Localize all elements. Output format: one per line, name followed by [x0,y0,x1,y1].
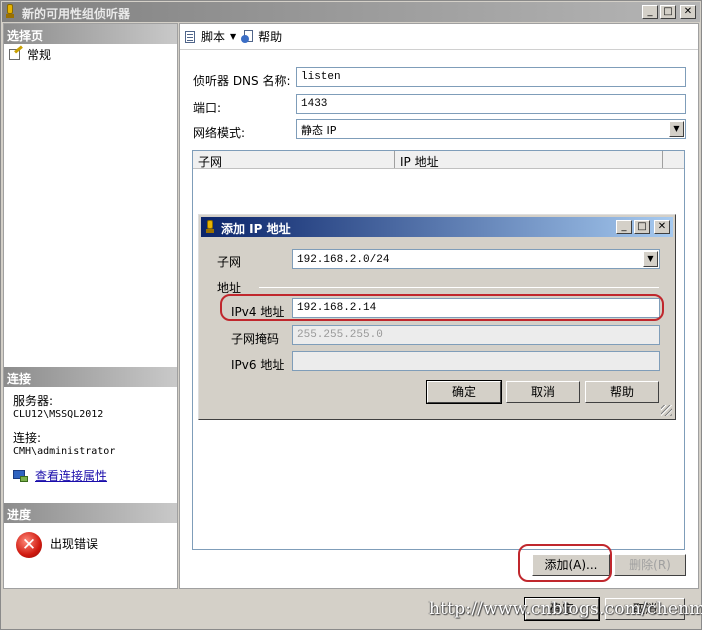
network-mode-label: 网络模式: [193,126,246,140]
sidebar-item-general[interactable]: 常规 [8,45,52,63]
address-group-divider [259,287,659,288]
subnet-select[interactable]: 192.168.2.0/24 ▼ [292,249,660,269]
remove-button[interactable]: 删除(R) [614,554,686,576]
select-page-header: 选择页 [4,24,177,44]
availability-group-icon [6,4,14,19]
dns-name-label: 侦听器 DNS 名称: [193,74,291,88]
maximize-button[interactable]: □ [634,220,650,234]
minimize-button[interactable]: _ [642,5,658,19]
progress-status-text: 出现错误 [50,537,99,551]
connection-header: 连接 [4,367,177,387]
help-icon [241,29,255,44]
connection-properties-icon [13,469,29,483]
server-value: CLU12\MSSQL2012 [13,409,104,420]
window-titlebar[interactable]: 新的可用性组侦听器 _ □ ✕ [2,2,700,22]
view-connection-properties[interactable]: 查看连接属性 [13,467,107,484]
column-subnet[interactable]: 子网 [193,151,395,169]
add-ip-dialog-title: 添加 IP 地址 [221,222,291,236]
maximize-button[interactable]: □ [660,5,676,19]
dialog-ok-button[interactable]: 确定 [426,380,502,404]
availability-group-icon [206,220,214,234]
progress-header: 进度 [4,503,177,523]
view-connection-properties-link[interactable]: 查看连接属性 [35,467,107,484]
window-title: 新的可用性组侦听器 [22,7,131,21]
connection-label: 连接: [13,431,42,445]
resize-grip-icon[interactable] [661,405,672,416]
subnet-value: 192.168.2.0/24 [297,254,390,266]
ipv4-highlight [220,294,664,321]
watermark: http://www.cnblogs.com/chenmh [429,599,702,619]
script-button[interactable]: 脚本 ▼ [184,28,236,45]
minimize-button[interactable]: _ [616,220,632,234]
close-button[interactable]: ✕ [680,5,696,19]
subnet-mask-label: 子网掩码 [231,332,280,346]
chevron-down-icon[interactable]: ▼ [669,121,684,137]
script-label: 脚本 [201,30,226,44]
column-ip-address[interactable]: IP 地址 [395,151,663,169]
progress-status: ✕ 出现错误 [16,532,98,558]
sidebar-item-label: 常规 [27,48,52,62]
server-label: 服务器: [13,394,54,408]
help-label: 帮助 [258,30,283,44]
general-page-icon [8,45,23,61]
port-label: 端口: [193,101,222,115]
close-button[interactable]: ✕ [654,220,670,234]
dialog-help-button[interactable]: 帮助 [585,381,659,403]
help-button[interactable]: 帮助 [241,28,282,45]
connection-value: CMH\administrator [13,446,116,457]
add-ip-dialog-titlebar[interactable]: 添加 IP 地址 _ □ ✕ [201,217,673,237]
table-header: 子网 IP 地址 [193,151,684,169]
toolbar: 脚本 ▼ 帮助 [180,24,698,50]
main-window: 新的可用性组侦听器 _ □ ✕ 选择页 常规 连接 服务器: CLU12\MSS… [0,0,702,630]
script-icon [184,30,198,44]
network-mode-select[interactable]: 静态 IP ▼ [296,119,686,139]
dns-name-field[interactable]: listen [296,67,686,87]
chevron-down-icon[interactable]: ▼ [230,32,236,41]
subnet-label: 子网 [217,255,242,269]
network-mode-value: 静态 IP [301,124,337,137]
subnet-mask-field: 255.255.255.0 [292,325,660,345]
dialog-cancel-button[interactable]: 取消 [506,381,580,403]
ipv6-field [292,351,660,371]
add-button-highlight [518,544,612,582]
ipv6-label: IPv6 地址 [231,358,285,372]
error-icon: ✕ [16,532,42,558]
chevron-down-icon[interactable]: ▼ [643,251,658,267]
port-field[interactable]: 1433 [296,94,686,114]
sidebar: 选择页 常规 连接 服务器: CLU12\MSSQL2012 连接: CMH\a… [3,23,178,589]
